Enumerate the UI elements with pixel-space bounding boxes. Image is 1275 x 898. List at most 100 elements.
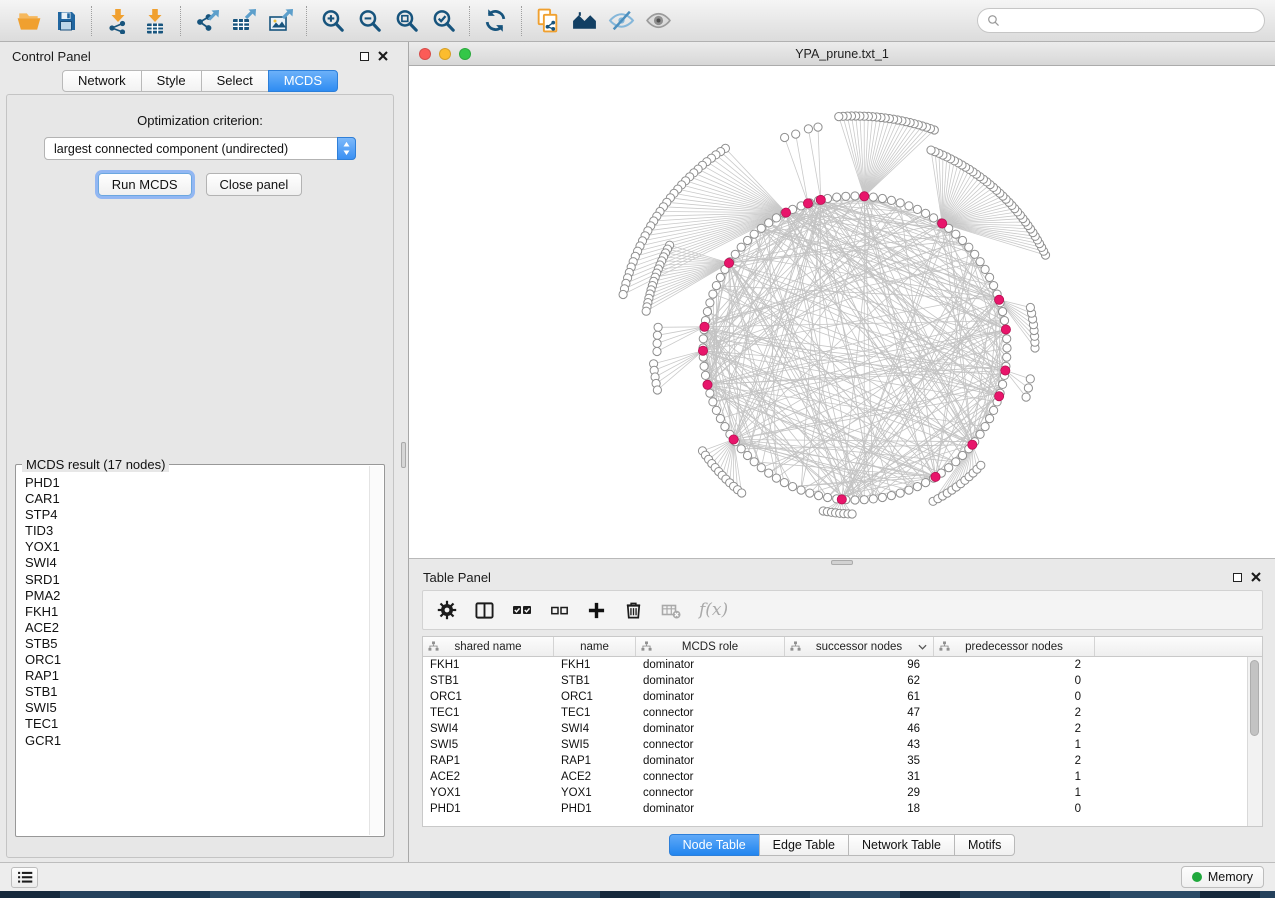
tab-motifs[interactable]: Motifs	[954, 834, 1015, 856]
result-node-item[interactable]: STP4	[25, 507, 369, 523]
import-network-from-file-button[interactable]	[99, 4, 136, 38]
maximize-window-traffic-light[interactable]	[459, 48, 471, 60]
tab-mcds[interactable]: MCDS	[268, 70, 338, 92]
table-row[interactable]: SWI5SWI5connector431	[423, 737, 1247, 753]
table-cell: 46	[785, 723, 934, 735]
table-row[interactable]: YOX1YOX1connector291	[423, 785, 1247, 801]
result-node-item[interactable]: TEC1	[25, 716, 369, 732]
memory-button-label: Memory	[1208, 870, 1253, 884]
mcds-result-list[interactable]: PHD1CAR1STP4TID3YOX1SWI4SRD1PMA2FKH1ACE2…	[17, 466, 369, 835]
column-header-mcds-role[interactable]: MCDS role	[636, 637, 785, 656]
create-new-column-button[interactable]	[587, 601, 606, 620]
close-window-traffic-light[interactable]	[419, 48, 431, 60]
table-settings-button[interactable]	[437, 600, 457, 620]
table-cell: 35	[785, 755, 934, 767]
network-window-titlebar: YPA_prune.txt_1	[409, 42, 1275, 66]
result-node-item[interactable]: STB1	[25, 684, 369, 700]
control-panel-float-button[interactable]	[360, 52, 369, 61]
table-cell: 43	[785, 739, 934, 751]
column-header-successor-nodes[interactable]: successor nodes	[785, 637, 934, 656]
toggle-panel-layout-button[interactable]	[475, 601, 494, 620]
result-node-item[interactable]: ORC1	[25, 652, 369, 668]
show-all-nodes-edges-button[interactable]	[640, 4, 677, 38]
table-cell: connector	[636, 739, 785, 751]
save-session-button[interactable]	[47, 4, 84, 38]
table-row[interactable]: RAP1RAP1dominator352	[423, 753, 1247, 769]
select-all-rows-button[interactable]	[512, 602, 532, 618]
table-row[interactable]: STB1STB1dominator620	[423, 673, 1247, 689]
deselect-all-rows-button[interactable]	[550, 603, 569, 618]
table-cell: RAP1	[423, 755, 554, 767]
column-header-name[interactable]: name	[554, 637, 636, 656]
open-file-button[interactable]	[10, 4, 47, 38]
result-node-item[interactable]: PHD1	[25, 475, 369, 491]
import-table-from-file-button[interactable]	[136, 4, 173, 38]
zoom-fit-content-button[interactable]	[388, 4, 425, 38]
search-box[interactable]	[977, 8, 1265, 33]
table-row[interactable]: FKH1FKH1dominator962	[423, 657, 1247, 673]
table-cell: PHD1	[423, 803, 554, 815]
result-node-item[interactable]: YOX1	[25, 539, 369, 555]
column-header-predecessor-nodes[interactable]: predecessor nodes	[934, 637, 1095, 656]
search-input[interactable]	[1005, 13, 1255, 29]
horizontal-splitter[interactable]	[409, 558, 1275, 566]
table-row[interactable]: PHD1PHD1dominator180	[423, 801, 1247, 817]
first-neighbors-of-selected-button[interactable]	[566, 4, 603, 38]
mcds-result-scrollbar[interactable]	[369, 466, 383, 835]
zoom-selected-region-button[interactable]	[425, 4, 462, 38]
tab-style[interactable]: Style	[141, 70, 202, 92]
result-node-item[interactable]: SRD1	[25, 572, 369, 588]
zoom-in-button[interactable]	[314, 4, 351, 38]
zoom-out-button[interactable]	[351, 4, 388, 38]
tab-edge-table[interactable]: Edge Table	[759, 834, 849, 856]
table-cell: dominator	[636, 803, 785, 815]
table-panel-float-button[interactable]	[1233, 573, 1242, 582]
tab-select[interactable]: Select	[201, 70, 269, 92]
tab-network-table[interactable]: Network Table	[848, 834, 955, 856]
network-canvas[interactable]	[409, 66, 1275, 558]
result-node-item[interactable]: RAP1	[25, 668, 369, 684]
close-mcds-panel-button[interactable]: Close panel	[206, 173, 303, 196]
export-image-button[interactable]	[262, 4, 299, 38]
memory-button[interactable]: Memory	[1181, 866, 1264, 888]
list-menu-icon	[17, 871, 33, 884]
table-row[interactable]: ACE2ACE2connector311	[423, 769, 1247, 785]
export-table-button[interactable]	[225, 4, 262, 38]
table-scrollbar[interactable]	[1247, 657, 1262, 826]
tab-node-table[interactable]: Node Table	[669, 834, 760, 856]
table-row[interactable]: ORC1ORC1dominator610	[423, 689, 1247, 705]
table-row[interactable]: SWI4SWI4dominator462	[423, 721, 1247, 737]
table-cell: SWI4	[554, 723, 636, 735]
run-mcds-button[interactable]: Run MCDS	[98, 173, 192, 196]
result-node-item[interactable]: STB5	[25, 636, 369, 652]
table-scrollbar-thumb[interactable]	[1250, 660, 1259, 736]
column-header-label: shared name	[454, 641, 521, 653]
minimize-window-traffic-light[interactable]	[439, 48, 451, 60]
column-header-shared-name[interactable]: shared name	[423, 637, 554, 656]
vertical-splitter[interactable]	[400, 42, 408, 862]
table-panel-close-button[interactable]	[1251, 572, 1261, 582]
optimization-criterion-select[interactable]: largest connected component (undirected)	[44, 137, 356, 160]
control-panel-close-button[interactable]	[378, 51, 388, 61]
close-icon	[378, 51, 388, 61]
hide-selected-button[interactable]	[603, 4, 640, 38]
new-network-from-selection-button[interactable]	[529, 4, 566, 38]
result-node-item[interactable]: GCR1	[25, 733, 369, 749]
apply-preferred-layout-button[interactable]	[477, 4, 514, 38]
delete-columns-button[interactable]	[624, 600, 643, 620]
table-body: FKH1FKH1dominator962STB1STB1dominator620…	[423, 657, 1247, 826]
tab-network[interactable]: Network	[62, 70, 142, 92]
result-node-item[interactable]: FKH1	[25, 604, 369, 620]
result-node-item[interactable]: CAR1	[25, 491, 369, 507]
result-node-item[interactable]: TID3	[25, 523, 369, 539]
export-network-button[interactable]	[188, 4, 225, 38]
result-node-item[interactable]: SWI4	[25, 555, 369, 571]
node-table: shared name nameMCDS rolesuccessor nodesp…	[422, 636, 1263, 827]
table-row[interactable]: TEC1TEC1connector472	[423, 705, 1247, 721]
result-node-item[interactable]: SWI5	[25, 700, 369, 716]
table-settings-icon	[437, 600, 457, 620]
network-graph[interactable]	[409, 66, 1275, 558]
result-node-item[interactable]: ACE2	[25, 620, 369, 636]
result-node-item[interactable]: PMA2	[25, 588, 369, 604]
status-menu-button[interactable]	[11, 867, 38, 888]
